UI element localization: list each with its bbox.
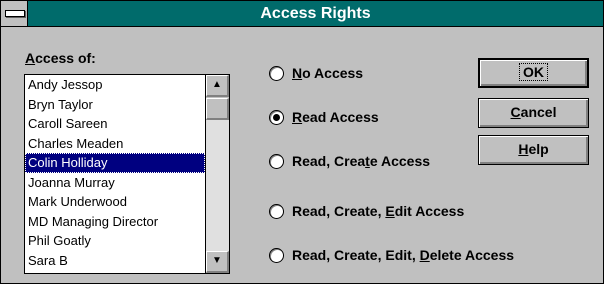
vertical-scrollbar[interactable]: ▲ ▼ (205, 75, 229, 273)
radio-circle-icon (269, 247, 284, 263)
system-menu-button[interactable] (1, 1, 28, 26)
list-item[interactable]: Caroll Sareen (25, 114, 205, 134)
radio-read-access[interactable]: Read Access (269, 106, 379, 128)
user-listbox[interactable]: Andy Jessop Bryn Taylor Caroll Sareen Ch… (24, 74, 230, 274)
scroll-track[interactable] (206, 120, 229, 251)
radio-read-create-edit-access[interactable]: Read, Create, Edit Access (269, 200, 464, 222)
radio-read-create-label: Read, Create Access (292, 153, 431, 169)
radio-full-access-label: Read, Create, Edit, Delete Access (292, 247, 515, 263)
radio-no-access[interactable]: No Access (269, 62, 363, 84)
window-title: Access Rights (260, 5, 371, 22)
cancel-button[interactable]: Cancel (478, 98, 589, 128)
list-item[interactable]: Andy Jessop (25, 75, 205, 95)
radio-read-create-access[interactable]: Read, Create Access (269, 150, 430, 172)
list-item[interactable]: Mark Underwood (25, 192, 205, 212)
list-item[interactable]: Sara B (25, 251, 205, 271)
radio-read-access-label: Read Access (292, 109, 379, 125)
radio-circle-icon (269, 109, 284, 125)
radio-read-create-edit-label: Read, Create, Edit Access (292, 203, 465, 219)
title-bar: Access Rights (1, 1, 603, 27)
radio-circle-icon (269, 65, 284, 81)
arrow-down-icon: ▼ (212, 255, 222, 266)
access-of-label: Access of: (25, 50, 96, 66)
radio-no-access-label: No Access (292, 65, 364, 81)
help-button-label: Help (518, 141, 549, 157)
list-item[interactable]: MD Managing Director (25, 212, 205, 232)
list-item[interactable]: Charles Meaden (25, 134, 205, 154)
system-menu-icon (5, 10, 25, 17)
list-item[interactable]: Bryn Taylor (25, 95, 205, 115)
list-item[interactable]: Phil Goatly (25, 231, 205, 251)
list-item[interactable]: Joanna Murray (25, 173, 205, 193)
cancel-button-label: Cancel (510, 104, 557, 120)
scroll-down-button[interactable]: ▼ (206, 251, 229, 273)
arrow-up-icon: ▲ (212, 79, 222, 90)
radio-circle-icon (269, 153, 284, 169)
scroll-thumb[interactable] (206, 98, 229, 120)
scroll-up-button[interactable]: ▲ (206, 75, 229, 97)
help-button[interactable]: Help (478, 135, 589, 165)
access-rights-dialog: Access Rights Access of: Andy Jessop Bry… (0, 0, 604, 284)
ok-button[interactable]: OK (478, 58, 589, 88)
radio-circle-icon (269, 203, 284, 219)
ok-button-label: OK (519, 63, 548, 81)
radio-read-create-edit-delete-access[interactable]: Read, Create, Edit, Delete Access (269, 244, 514, 266)
list-item-selected[interactable]: Colin Holliday (25, 153, 205, 173)
